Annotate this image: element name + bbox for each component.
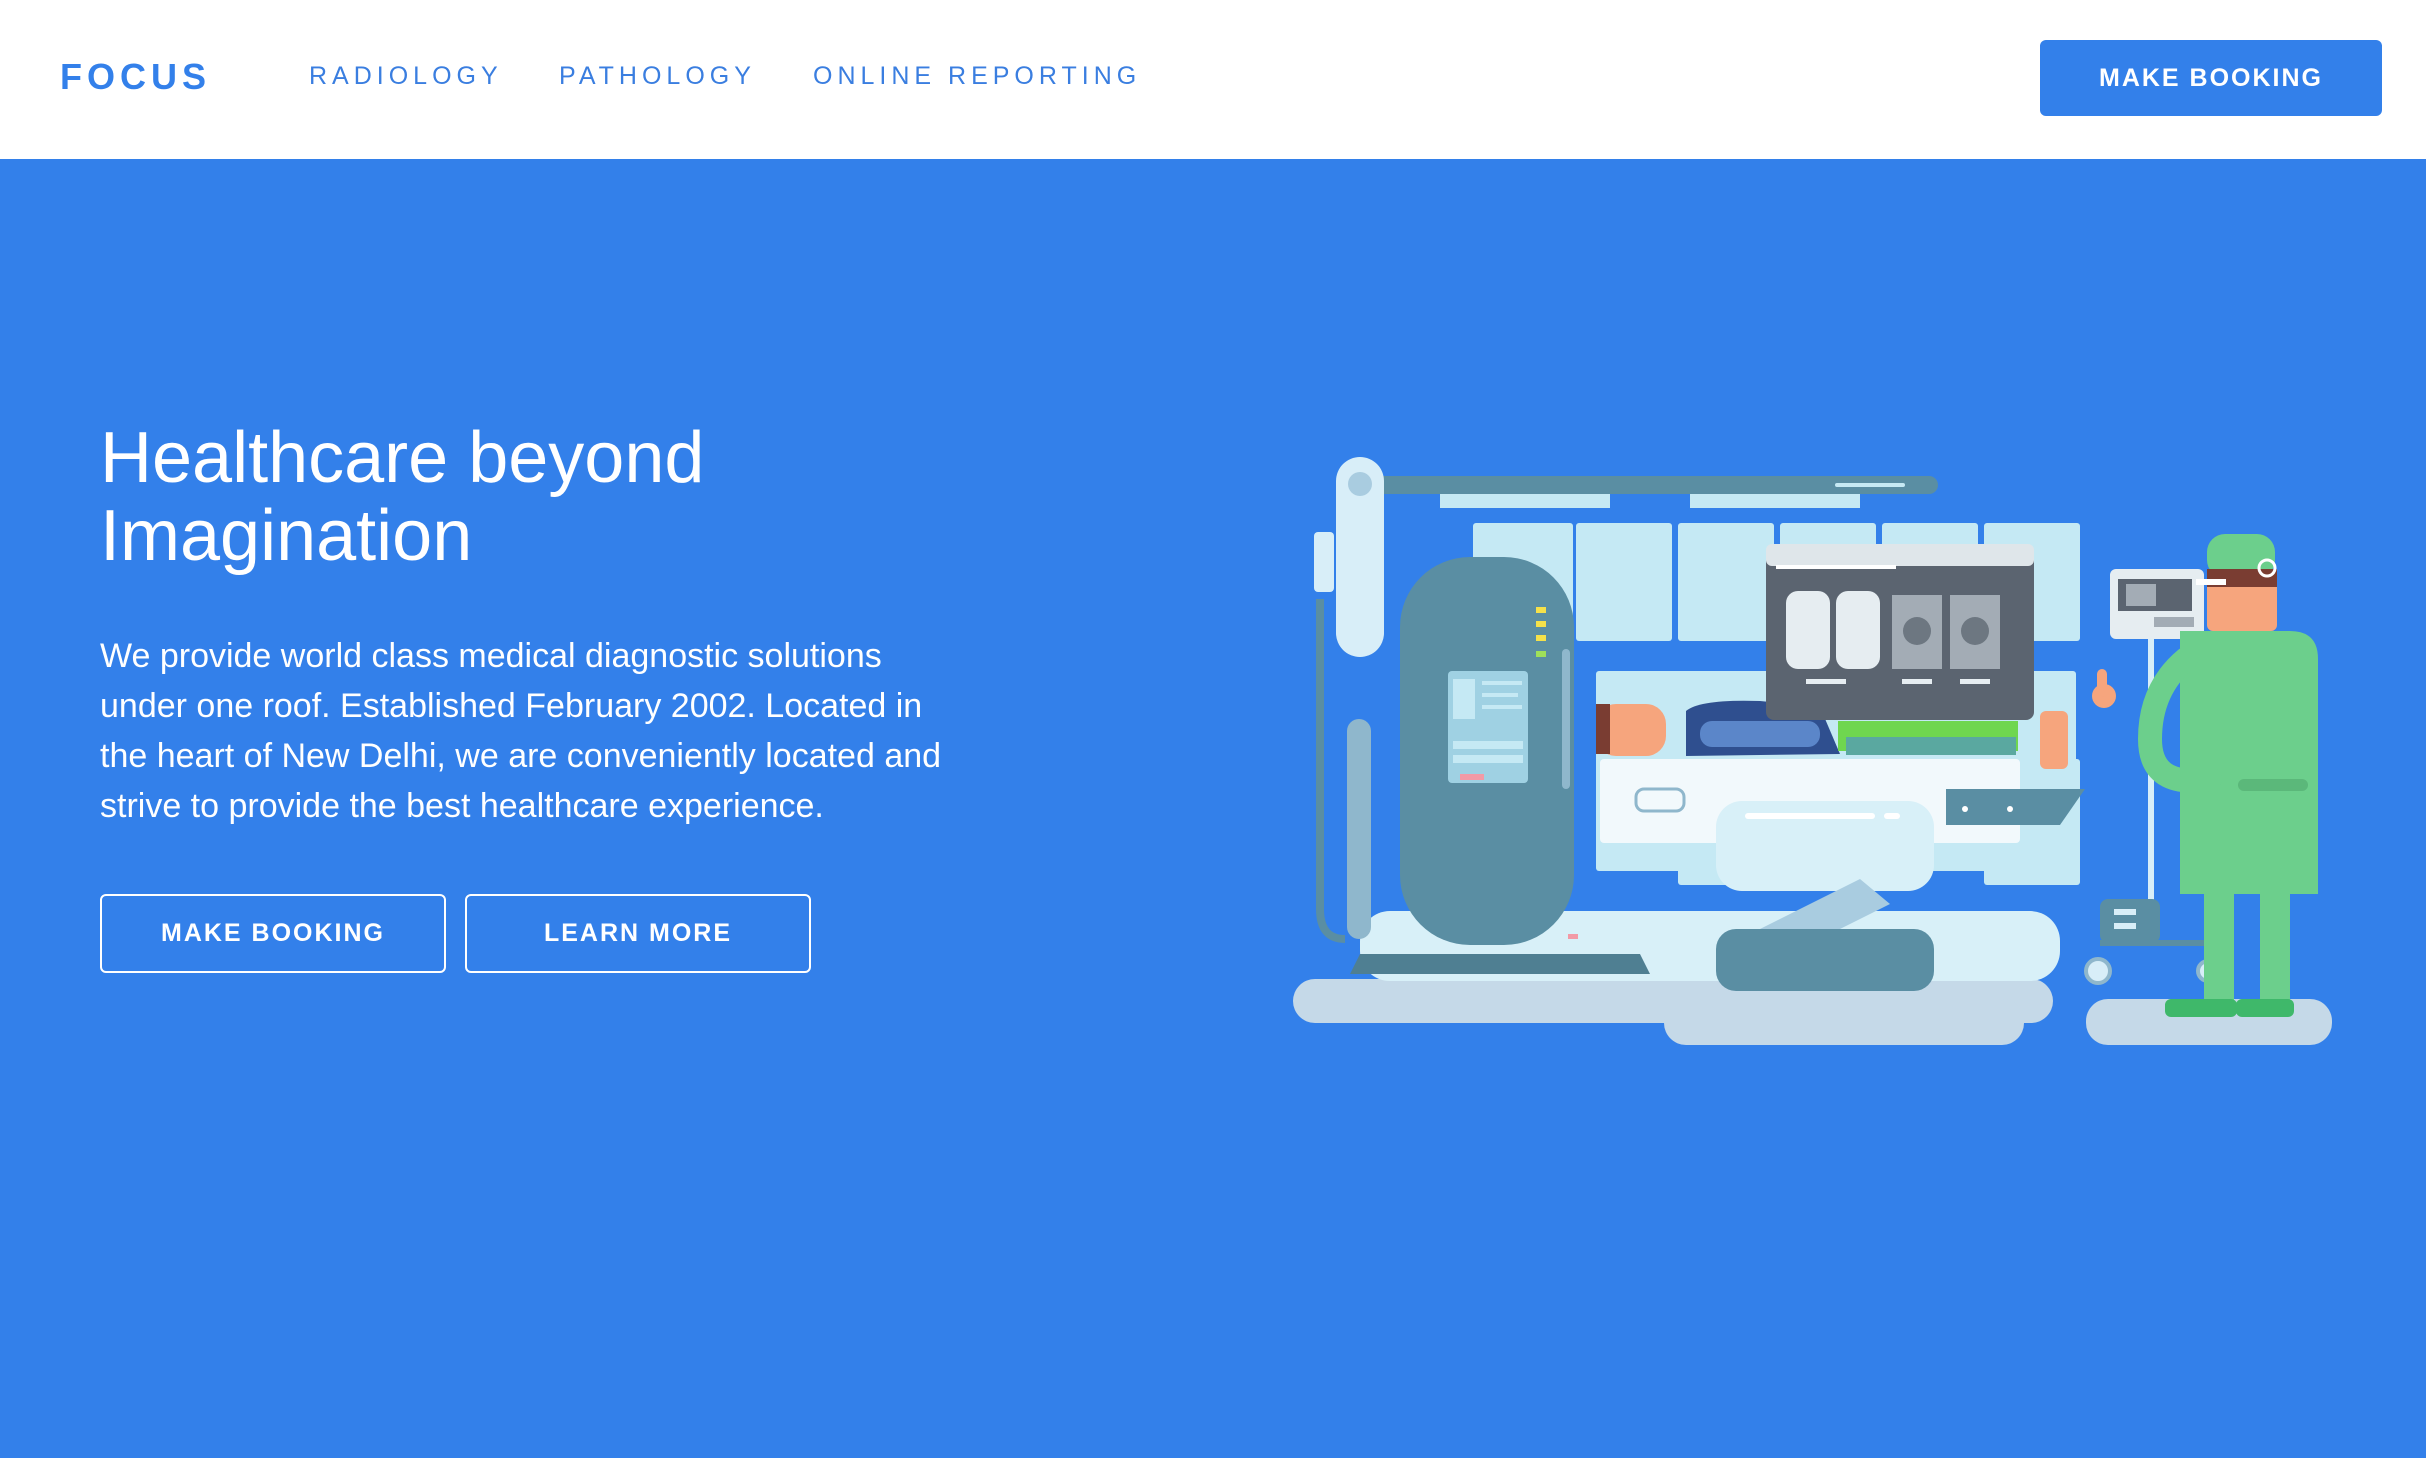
hero-title: Healthcare beyond Imagination bbox=[100, 419, 1000, 575]
hero-make-booking-button[interactable]: MAKE BOOKING bbox=[100, 894, 446, 973]
bottom-divider bbox=[0, 1458, 2426, 1462]
description-line: We provide world class medical diagnosti… bbox=[100, 637, 882, 675]
learn-more-button[interactable]: LEARN MORE bbox=[465, 894, 811, 973]
hero-description: We provide world class medical diagnosti… bbox=[100, 631, 1000, 831]
hero-title-line: Imagination bbox=[100, 496, 473, 576]
description-line: under one roof. Established February 200… bbox=[100, 687, 923, 725]
nav-item-online-reporting[interactable]: ONLINE REPORTING bbox=[813, 62, 1141, 91]
hero-section: Healthcare beyond Imagination We provide… bbox=[0, 159, 2426, 1458]
brand-logo[interactable]: FOCUS bbox=[60, 56, 211, 98]
top-navigation-bar: FOCUS RADIOLOGY PATHOLOGY ONLINE REPORTI… bbox=[0, 0, 2426, 159]
nav-item-radiology[interactable]: RADIOLOGY bbox=[309, 62, 503, 91]
hero-title-line: Healthcare beyond bbox=[100, 418, 705, 498]
medical-scanner-illustration bbox=[1293, 457, 2332, 1045]
nav-item-pathology[interactable]: PATHOLOGY bbox=[559, 62, 756, 91]
make-booking-button[interactable]: MAKE BOOKING bbox=[2040, 40, 2382, 116]
description-line: the heart of New Delhi, we are convenien… bbox=[100, 737, 942, 775]
description-line: strive to provide the best healthcare ex… bbox=[100, 787, 824, 825]
